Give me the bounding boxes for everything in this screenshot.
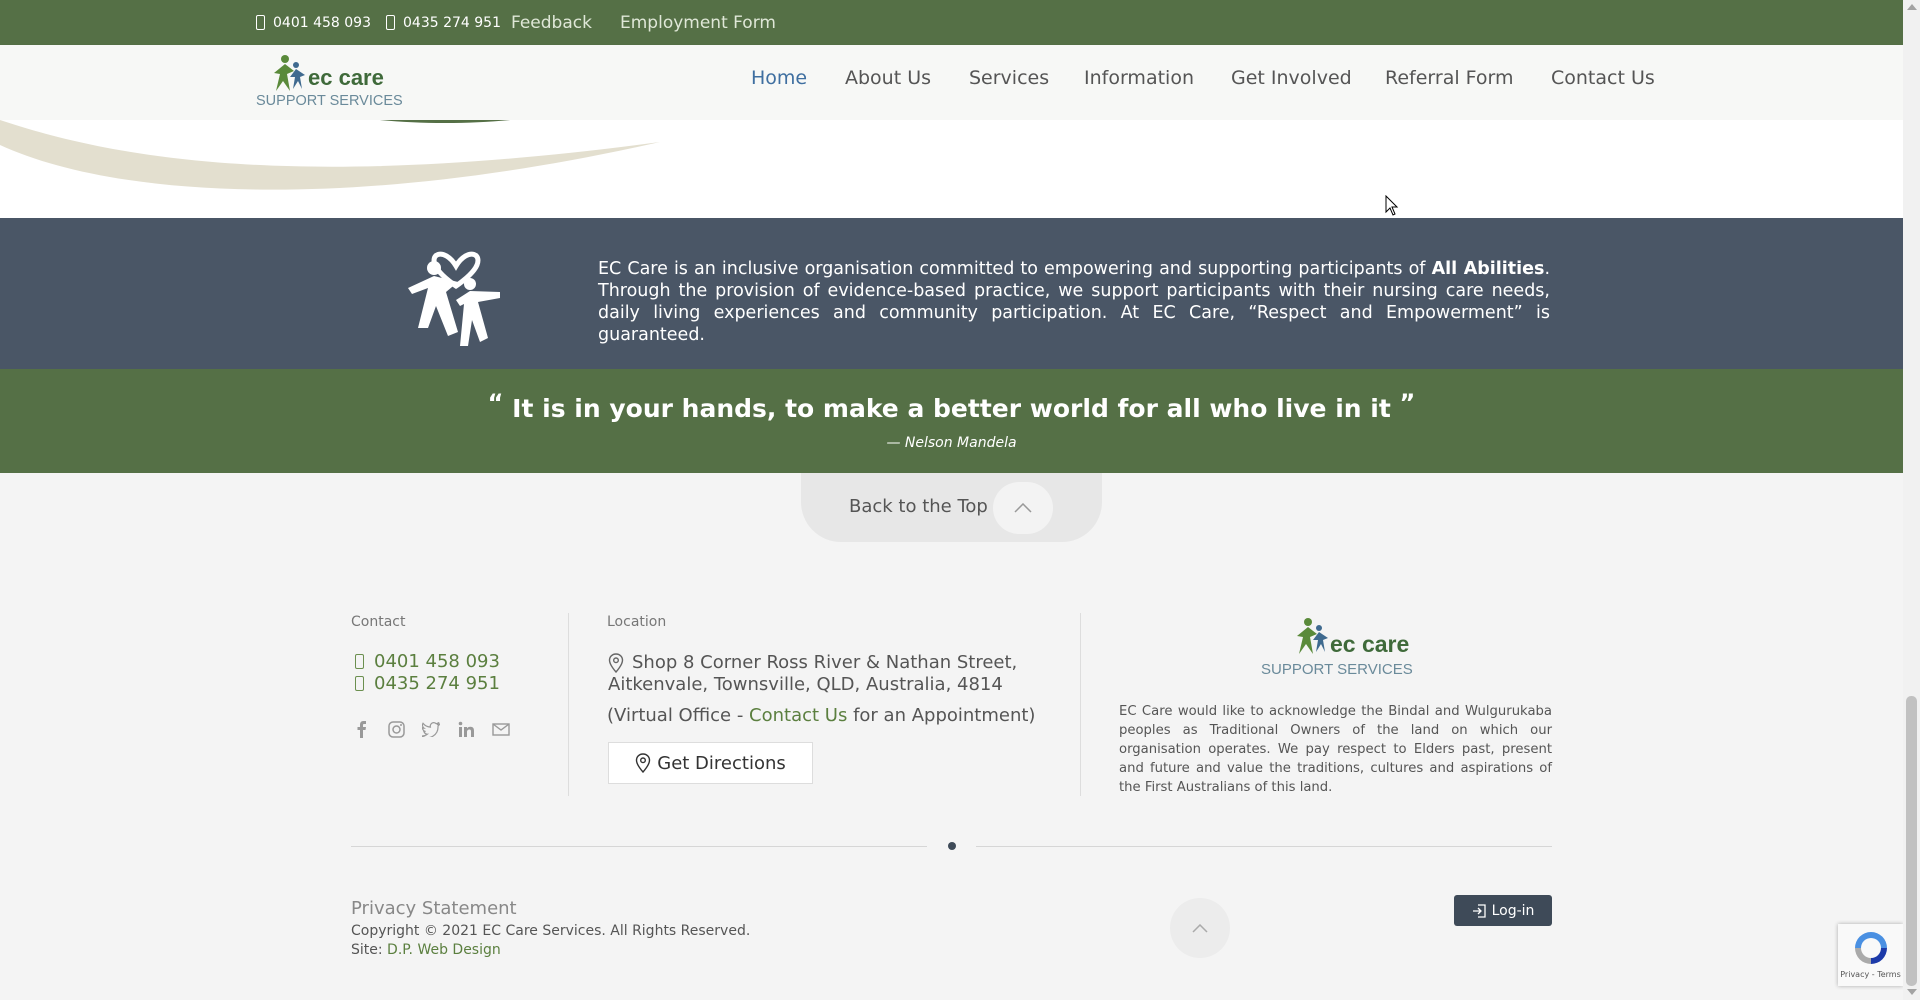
back-to-top-tab[interactable]: Back to the Top	[801, 473, 1102, 542]
people-heart-icon	[408, 251, 500, 346]
virtual-office-contact-link[interactable]: Contact Us	[749, 705, 847, 726]
top-contact-bar: 0401 458 093 0435 274 951 Feedback Emplo…	[0, 0, 1903, 45]
quote-band: “ It is in your hands, to make a better …	[0, 369, 1903, 473]
contact-heading: Contact	[351, 614, 406, 630]
scroll-top-button[interactable]	[1170, 898, 1230, 958]
privacy-statement-link[interactable]: Privacy Statement	[351, 898, 517, 919]
login-button[interactable]: Log-in	[1454, 895, 1552, 926]
footer-phone-2-text: 0435 274 951	[374, 673, 500, 694]
quote-open-mark: “	[487, 389, 504, 417]
nav-referral-form[interactable]: Referral Form	[1385, 45, 1514, 111]
map-pin-icon	[608, 653, 624, 673]
virtual-office-text-1: (Virtual Office -	[607, 705, 750, 726]
phone-icon	[355, 654, 364, 669]
back-to-top-label: Back to the Top	[849, 496, 988, 517]
address-line-1: Shop 8 Corner Ross River & Nathan Street…	[632, 652, 1018, 673]
mission-text-part1: EC Care is an inclusive organisation com…	[598, 259, 1432, 279]
mouse-cursor-icon	[1385, 195, 1399, 216]
mission-statement: EC Care is an inclusive organisation com…	[598, 258, 1550, 346]
footer-divider-1	[568, 613, 569, 796]
chevron-up-icon	[1192, 923, 1208, 933]
login-icon	[1472, 903, 1486, 918]
topbar-phone-2[interactable]: 0435 274 951	[386, 0, 501, 45]
chevron-up-icon	[1014, 503, 1032, 513]
topbar-phone-1-text: 0401 458 093	[273, 14, 371, 31]
virtual-office-text-2: for an Appointment)	[847, 705, 1036, 726]
scroll-up-arrow[interactable]	[1907, 4, 1917, 10]
nav-about-us[interactable]: About Us	[845, 45, 931, 111]
nav-services[interactable]: Services	[969, 45, 1049, 111]
twitter-icon[interactable]	[420, 718, 442, 740]
quote-author: — Nelson Mandela	[886, 435, 1017, 451]
footer-logo-brand-text: ec care	[1330, 631, 1409, 657]
back-to-top-button[interactable]	[993, 482, 1053, 534]
quote-close-mark: ”	[1399, 389, 1416, 417]
phone-icon	[256, 15, 265, 30]
quote-text: It is in your hands, to make a better wo…	[512, 394, 1391, 423]
ec-care-logo-icon: ec care SUPPORT SERVICES	[256, 55, 403, 109]
footer-logo-tagline-text: SUPPORT SERVICES	[1261, 661, 1413, 678]
decorative-swoosh	[0, 120, 1903, 218]
instagram-icon[interactable]	[385, 718, 407, 740]
footer-phone-2[interactable]: 0435 274 951	[355, 673, 500, 694]
site-credit-link[interactable]: D.P. Web Design	[387, 942, 501, 958]
nav-contact-us[interactable]: Contact Us	[1551, 45, 1655, 111]
logo-brand-text: ec care	[308, 65, 384, 90]
mail-icon[interactable]	[490, 718, 512, 740]
get-directions-button[interactable]: Get Directions	[608, 742, 813, 784]
feedback-link[interactable]: Feedback	[511, 0, 592, 45]
footer-phone-1-text: 0401 458 093	[374, 651, 500, 672]
login-label: Log-in	[1491, 902, 1535, 919]
footer-hline-left	[351, 846, 927, 847]
location-heading: Location	[607, 614, 667, 630]
get-directions-label: Get Directions	[657, 752, 786, 774]
topbar-phone-1[interactable]: 0401 458 093	[256, 0, 371, 45]
recaptcha-badge[interactable]: Privacy - Terms	[1838, 924, 1903, 986]
nav-information[interactable]: Information	[1084, 45, 1194, 111]
nav-home[interactable]: Home	[751, 45, 807, 111]
main-navbar: ec care SUPPORT SERVICES Home About Us S…	[0, 45, 1903, 120]
recaptcha-links[interactable]: Privacy - Terms	[1838, 970, 1903, 979]
ec-care-logo-icon: ec care SUPPORT SERVICES	[1261, 618, 1413, 678]
site-credit: Site: D.P. Web Design	[351, 942, 501, 958]
facebook-icon[interactable]	[351, 718, 373, 740]
employment-form-link[interactable]: Employment Form	[620, 0, 776, 45]
scroll-down-arrow[interactable]	[1907, 989, 1917, 995]
recaptcha-icon	[1854, 932, 1887, 964]
site-credit-label: Site:	[351, 942, 388, 958]
scrollbar-thumb[interactable]	[1906, 696, 1917, 986]
copyright-text: Copyright © 2021 EC Care Services. All R…	[351, 923, 751, 939]
footer-hline-right	[976, 846, 1552, 847]
nav-get-involved[interactable]: Get Involved	[1231, 45, 1352, 111]
phone-icon	[386, 15, 395, 30]
acknowledgement-of-country: EC Care would like to acknowledge the Bi…	[1119, 704, 1552, 795]
linkedin-icon[interactable]	[455, 718, 477, 740]
virtual-office-note: (Virtual Office - Contact Us for an Appo…	[607, 705, 1035, 727]
footer-divider-2	[1080, 613, 1081, 796]
mission-text-bold: All Abilities	[1431, 259, 1545, 279]
address-line-2: Aitkenvale, Townsville, QLD, Australia, …	[608, 674, 1003, 695]
header-logo[interactable]: ec care SUPPORT SERVICES	[254, 51, 404, 109]
footer-divider-dot	[948, 842, 956, 850]
mission-band: EC Care is an inclusive organisation com…	[0, 218, 1903, 369]
footer-logo: ec care SUPPORT SERVICES	[1258, 614, 1416, 678]
footer-phone-1[interactable]: 0401 458 093	[355, 651, 500, 672]
map-pin-icon	[636, 753, 651, 773]
topbar-phone-2-text: 0435 274 951	[403, 14, 501, 31]
logo-tagline-text: SUPPORT SERVICES	[256, 93, 403, 109]
quote-text-line: “ It is in your hands, to make a better …	[0, 389, 1903, 423]
phone-icon	[355, 676, 364, 691]
